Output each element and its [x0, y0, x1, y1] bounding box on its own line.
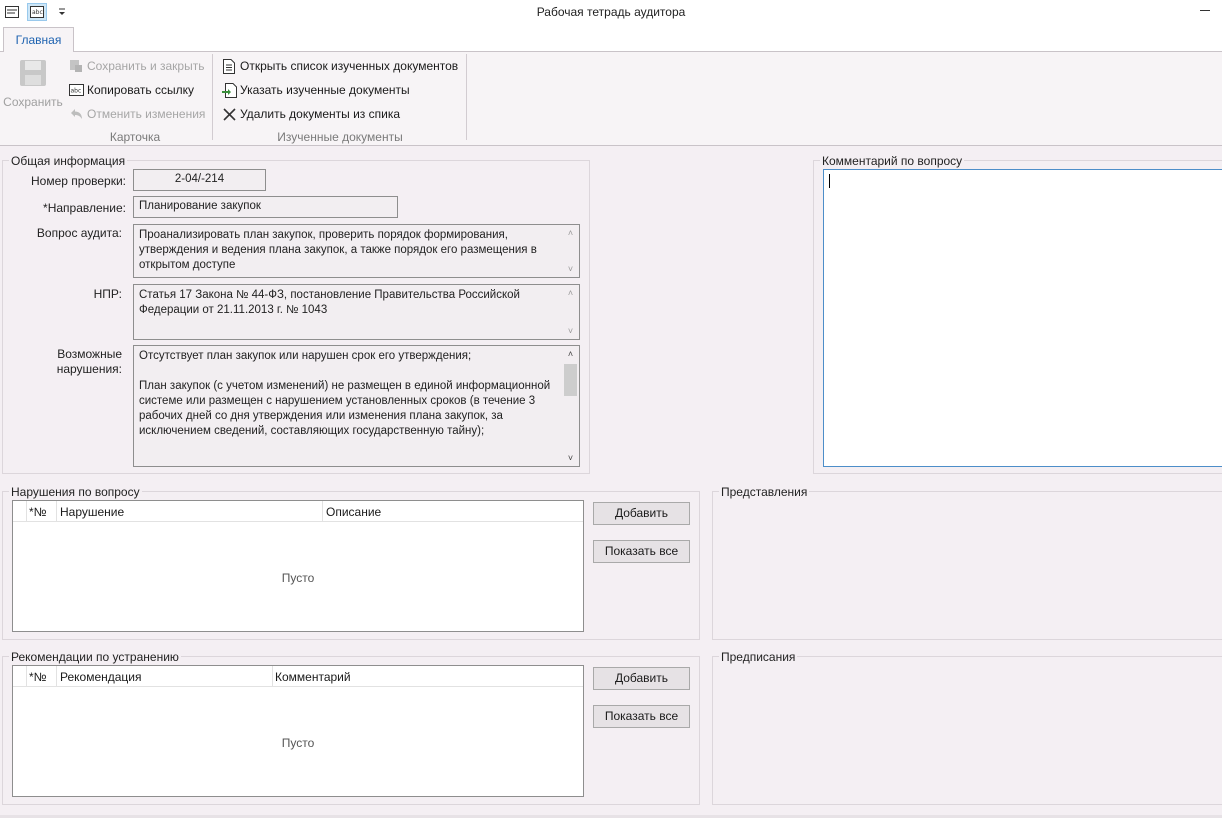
general-info-title: Общая информация — [9, 154, 128, 168]
delete-docs-button[interactable]: Удалить документы из спика — [221, 105, 400, 123]
document-add-icon — [221, 82, 237, 98]
document-list-icon — [221, 58, 237, 74]
mark-docs-button[interactable]: Указать изученные документы — [221, 81, 410, 99]
save-label: Сохранить — [3, 95, 63, 109]
copy-link-button[interactable]: abc Копировать ссылку — [68, 81, 194, 99]
violations-grid-header: *№ Нарушение Описание — [13, 501, 583, 522]
comment-title: Комментарий по вопросу — [820, 154, 965, 168]
direction-label: *Направление: — [43, 201, 126, 215]
scroll-down-icon[interactable]: ˅ — [563, 262, 578, 276]
possible-violations-field[interactable]: Отсутствует план закупок или нарушен сро… — [133, 345, 580, 467]
question-scrollbar[interactable]: ˄ ˅ — [563, 226, 578, 276]
undo-button[interactable]: Отменить изменения — [68, 105, 205, 123]
undo-icon — [68, 106, 84, 122]
minimize-icon[interactable] — [1200, 10, 1210, 11]
group-separator — [212, 54, 213, 140]
save-button[interactable]: Сохранить — [3, 58, 63, 109]
ribbon-tabs: Главная — [0, 25, 1222, 53]
column-header-comment[interactable]: Комментарий — [275, 670, 351, 684]
add-recommendation-button[interactable]: Добавить — [593, 667, 690, 690]
column-header-number[interactable]: *№ — [29, 670, 47, 684]
representations-title: Представления — [719, 485, 810, 499]
add-violation-button[interactable]: Добавить — [593, 502, 690, 525]
scroll-down-icon[interactable]: ˅ — [563, 324, 578, 338]
ribbon: Сохранить Сохранить и закрыть abc Копиро… — [0, 52, 1222, 146]
group-separator — [466, 54, 467, 140]
open-docs-button[interactable]: Открыть список изученных документов — [221, 57, 458, 75]
column-header-recommendation[interactable]: Рекомендация — [60, 670, 142, 684]
npr-label: НПР: — [93, 287, 122, 301]
svg-text:abc: abc — [70, 88, 81, 95]
direction-field[interactable]: Планирование закупок — [133, 196, 398, 218]
column-header-number[interactable]: *№ — [29, 505, 47, 519]
check-number-field[interactable]: 2-04/-214 — [133, 169, 266, 191]
column-header-description[interactable]: Описание — [326, 505, 381, 519]
show-all-recommendations-button[interactable]: Показать все — [593, 705, 690, 728]
group-docs-label: Изученные документы — [277, 130, 403, 144]
column-header-violation[interactable]: Нарушение — [60, 505, 124, 519]
scroll-down-icon[interactable]: ˅ — [563, 451, 578, 465]
save-close-button[interactable]: Сохранить и закрыть — [68, 57, 204, 75]
recommendations-grid[interactable]: *№ Рекомендация Комментарий Пусто — [12, 665, 584, 797]
npr-scrollbar[interactable]: ˄ ˅ — [563, 286, 578, 338]
tab-main[interactable]: Главная — [3, 27, 74, 53]
comment-textarea[interactable] — [823, 169, 1222, 467]
text-caret — [829, 174, 830, 188]
audit-question-field[interactable]: Проанализировать план закупок, проверить… — [133, 224, 580, 278]
scroll-thumb[interactable] — [564, 364, 577, 396]
empty-text: Пусто — [281, 736, 315, 750]
window-title: Рабочая тетрадь аудитора — [536, 5, 686, 19]
recommendations-title: Рекомендации по устранению — [9, 650, 181, 664]
empty-text: Пусто — [281, 571, 315, 585]
save-icon — [18, 60, 48, 91]
violations-text-scrollbar[interactable]: ˄ ˅ — [563, 347, 578, 465]
link-icon: abc — [68, 82, 84, 98]
violations-title: Нарушения по вопросу — [9, 485, 142, 499]
group-card-label: Карточка — [109, 130, 161, 144]
delete-icon — [221, 106, 237, 122]
prescriptions-title: Предписания — [719, 650, 798, 664]
scroll-up-icon[interactable]: ˄ — [563, 286, 578, 300]
violations-grid[interactable]: *№ Нарушение Описание Пусто — [12, 500, 584, 632]
check-number-label: Номер проверки: — [31, 174, 126, 188]
scroll-up-icon[interactable]: ˄ — [563, 226, 578, 240]
npr-field[interactable]: Статья 17 Закона № 44-ФЗ, постановление … — [133, 284, 580, 340]
title-bar: abc Рабочая тетрадь аудитора — [0, 0, 1222, 25]
representations-group: Представления — [712, 485, 1222, 640]
prescriptions-group: Предписания — [712, 650, 1222, 805]
audit-question-label: Вопрос аудита: — [36, 226, 122, 240]
scroll-up-icon[interactable]: ˄ — [563, 347, 578, 361]
show-all-violations-button[interactable]: Показать все — [593, 540, 690, 563]
recommendations-grid-header: *№ Рекомендация Комментарий — [13, 666, 583, 687]
save-close-icon — [68, 58, 84, 74]
possible-violations-label: Возможные нарушения: — [56, 347, 122, 376]
